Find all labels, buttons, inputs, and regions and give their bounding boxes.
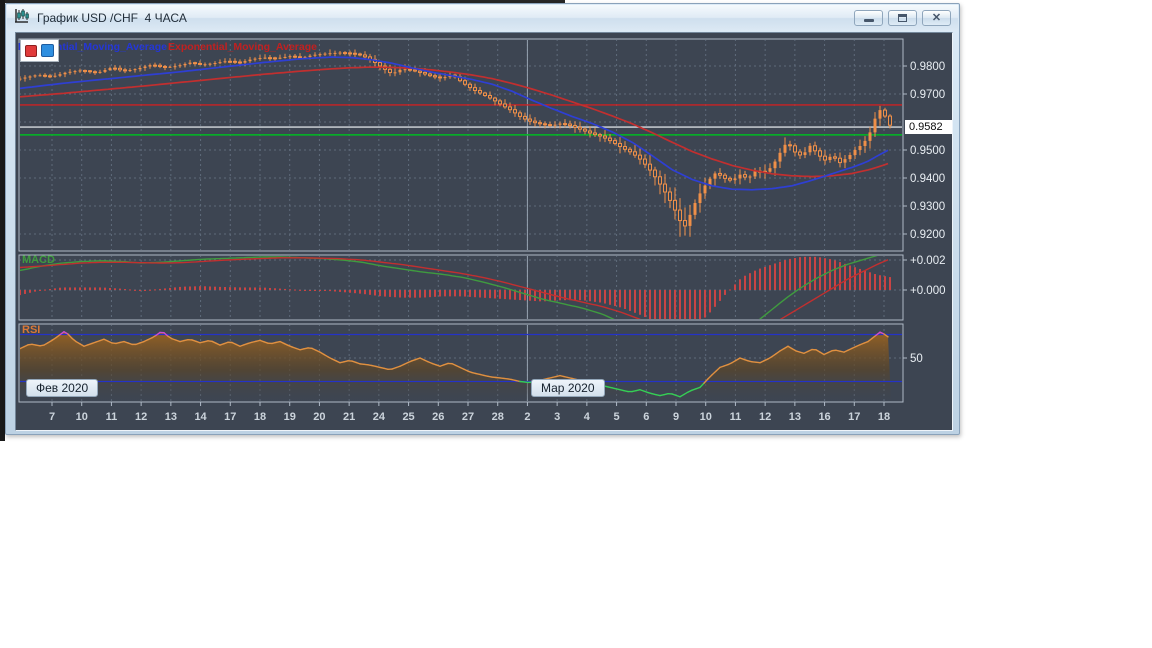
date-tick-label: 7: [49, 411, 55, 423]
date-tick-label: 24: [373, 411, 386, 423]
axis-tick-label: 50: [910, 353, 923, 365]
date-tick-label: 11: [106, 411, 118, 423]
month-label-feb: Фев 2020: [26, 379, 99, 397]
date-tick-label: 11: [730, 411, 742, 423]
toolbar-red-square-button[interactable]: [25, 44, 37, 57]
date-tick-label: 21: [343, 411, 355, 423]
date-tick-label: 18: [254, 411, 266, 423]
desktop: График USD /CHF 4 ЧАСА ✕ 0.9800 0.9700 0.9…: [0, 0, 1152, 648]
current-price-tag: 0.9582: [905, 120, 952, 134]
axis-tick-label: 0.9700: [910, 89, 945, 101]
axis-tick-label: +0.000: [910, 285, 946, 297]
date-tick-label: 12: [759, 411, 771, 423]
month-label-mar: Мар 2020: [531, 379, 605, 397]
close-button[interactable]: ✕: [922, 10, 951, 26]
macd-panel-label: MACD: [22, 254, 55, 266]
date-tick-label: 18: [878, 411, 890, 423]
window-titlebar[interactable]: График USD /CHF 4 ЧАСА ✕: [7, 5, 958, 31]
date-tick-label: 3: [554, 411, 560, 423]
main-price-panel: [20, 40, 902, 250]
close-icon: ✕: [931, 11, 942, 24]
date-tick-label: 6: [643, 411, 649, 423]
date-tick-label: 25: [402, 411, 414, 423]
minimize-button[interactable]: [854, 10, 883, 26]
date-tick-label: 27: [462, 411, 474, 423]
date-tick-label: 9: [673, 411, 679, 423]
axis-tick-label: +0.002: [910, 255, 946, 267]
chart-toolbar: [20, 39, 59, 62]
chart-content-area: 0.9800 0.9700 0.9500 0.9400 0.9300 0.9200 +0.0…: [15, 32, 953, 431]
date-tick-label: 13: [789, 411, 801, 423]
date-tick-label: 10: [700, 411, 712, 423]
date-tick-label: 10: [76, 411, 88, 423]
date-tick-label: 28: [492, 411, 504, 423]
date-tick-label: 14: [194, 411, 207, 423]
date-tick-label: 26: [432, 411, 444, 423]
date-tick-label: 16: [818, 411, 830, 423]
chart-canvas[interactable]: 0.9800 0.9700 0.9500 0.9400 0.9300 0.9200 +0.0…: [16, 33, 952, 430]
toolbar-blue-square-button[interactable]: [41, 44, 54, 57]
date-tick-label: 19: [284, 411, 296, 423]
date-tick-label: 20: [313, 411, 325, 423]
date-tick-label: 13: [165, 411, 177, 423]
ema-slow-legend: Exponential_Moving_Average: [168, 41, 317, 53]
axis-tick-label: 0.9300: [910, 201, 945, 213]
window-title: График USD /CHF 4 ЧАСА: [37, 11, 187, 25]
axis-tick-label: 0.9500: [910, 145, 945, 157]
maximize-button[interactable]: [888, 10, 917, 26]
date-tick-label: 5: [614, 411, 620, 423]
date-tick-label: 2: [524, 411, 530, 423]
chart-app-icon[interactable]: [14, 8, 30, 29]
date-tick-label: 17: [848, 411, 860, 423]
date-tick-label: 12: [135, 411, 147, 423]
maximize-icon: [898, 14, 907, 22]
minimize-icon: [863, 19, 874, 22]
axis-tick-label: 0.9200: [910, 229, 945, 241]
axis-tick-label: 0.9400: [910, 173, 945, 185]
rsi-panel-label: RSI: [22, 324, 41, 336]
chart-window: График USD /CHF 4 ЧАСА ✕ 0.9800 0.9700 0.9…: [5, 3, 960, 435]
axis-tick-label: 0.9800: [910, 61, 945, 73]
date-tick-label: 4: [584, 411, 591, 423]
date-tick-label: 17: [224, 411, 236, 423]
